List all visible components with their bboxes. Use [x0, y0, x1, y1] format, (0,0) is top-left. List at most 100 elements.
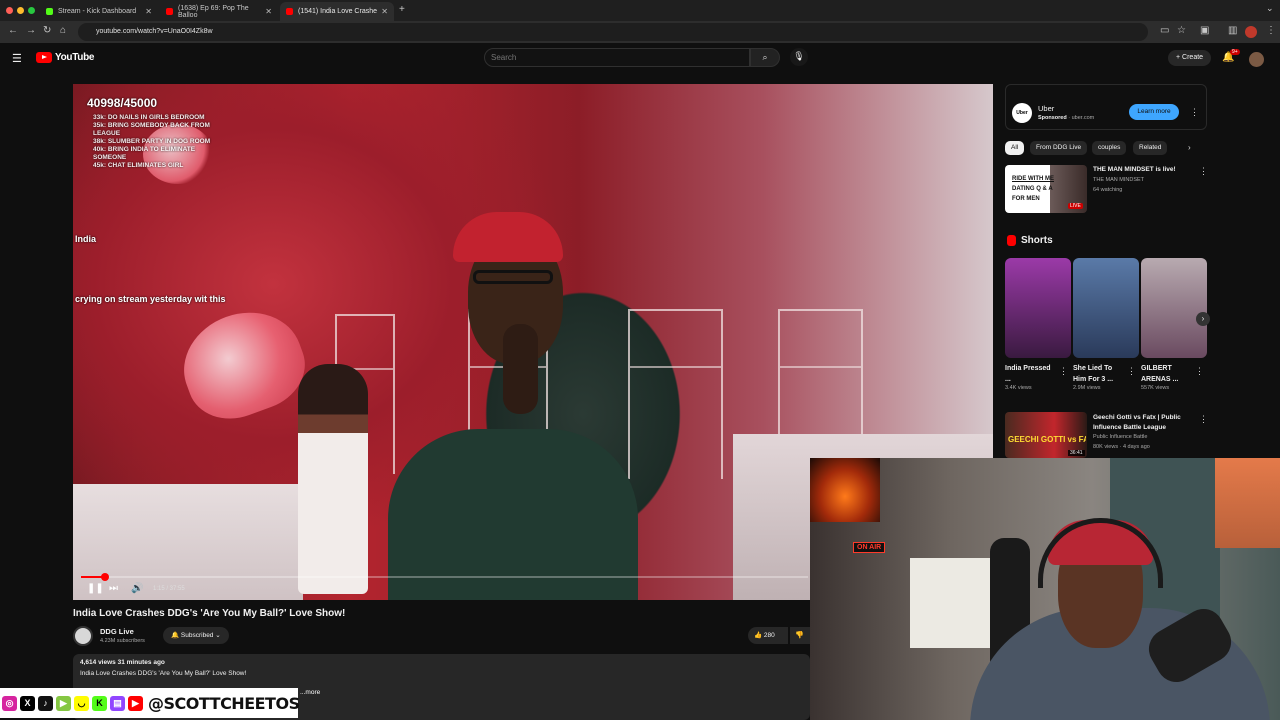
overlay-goal: 40998/45000	[87, 96, 158, 110]
more-options-icon[interactable]: ⋮	[1059, 366, 1068, 377]
volume-icon[interactable]: 🔊	[131, 583, 143, 594]
browser-tab-bar: Stream - Kick Dashboard ✕ (1638) Ep 69: …	[0, 0, 1280, 21]
chip-all[interactable]: All	[1005, 141, 1025, 155]
home-icon[interactable]: ⌂	[60, 25, 66, 36]
shorts-header: Shorts	[1007, 235, 1053, 246]
search-input[interactable]	[484, 48, 750, 67]
live-video-title[interactable]: THE MAN MINDSET is live!	[1093, 166, 1176, 173]
social-handles-overlay: ◎ X ♪ ▶ ◡ K ▤ ▶ @SCOTTCHEETOS	[0, 688, 300, 718]
channel-name[interactable]: DDG Live	[100, 627, 134, 636]
menu-icon[interactable]: ☰	[12, 52, 22, 65]
tab-search-icon[interactable]: ⌄	[1266, 3, 1274, 14]
live-watching-count: 64 watching	[1093, 187, 1123, 193]
back-icon[interactable]: ←	[8, 25, 18, 36]
advertiser-name: Uber	[1038, 104, 1055, 113]
bell-icon: 🔔	[171, 632, 181, 639]
window-close-icon[interactable]	[6, 7, 13, 14]
account-avatar[interactable]	[1249, 52, 1264, 67]
description-text: India Love Crashes DDG's 'Are You My Bal…	[80, 670, 247, 677]
time-display: 1:15 / 37:55	[153, 586, 185, 592]
twitch-icon: ▤	[110, 695, 125, 711]
learn-more-button[interactable]: Learn more	[1129, 104, 1179, 120]
more-options-icon[interactable]: ⋮	[1199, 166, 1208, 177]
search-button[interactable]: ⌕	[750, 48, 780, 67]
thumbs-down-icon: 👎	[795, 632, 804, 639]
duration-badge: 36:41	[1068, 450, 1085, 456]
youtube-favicon-icon	[166, 8, 173, 15]
short-title[interactable]: GILBERT ARENAS ...	[1141, 363, 1193, 385]
tab-close-icon[interactable]: ✕	[381, 7, 388, 16]
url-text: youtube.com/watch?v=UnaO0I4Zk8w	[96, 28, 213, 35]
recommended-meta: 80K views · 4 days ago	[1093, 444, 1150, 450]
window-minimize-icon[interactable]	[17, 7, 24, 14]
install-icon[interactable]: ▭	[1160, 25, 1169, 36]
overlay-goal-item: 38k: SLUMBER PARTY IN DOG ROOM	[93, 138, 211, 145]
youtube-logo[interactable]: YouTube	[36, 52, 95, 63]
chip-couples[interactable]: couples	[1092, 141, 1127, 155]
short-title[interactable]: India Pressed ...	[1005, 363, 1057, 385]
reload-icon[interactable]: ↻	[43, 25, 51, 36]
overlay-goal-item: 33k: DO NAILS IN GIRLS BEDROOM	[93, 114, 205, 121]
person-figure	[298, 364, 368, 594]
dislike-button[interactable]: 👎	[790, 627, 810, 644]
more-options-icon[interactable]: ⋮	[1195, 366, 1204, 377]
browser-tab-podcast[interactable]: (1638) Ep 69: Pop The Balloo ✕	[160, 2, 278, 21]
profile-avatar[interactable]	[1245, 26, 1257, 38]
show-more-link[interactable]: ...more	[300, 689, 320, 696]
overlay-goal-list: 33k: DO NAILS IN GIRLS BEDROOM 35k: BRIN…	[93, 114, 223, 170]
short-thumbnail[interactable]	[1005, 258, 1071, 358]
video-title: India Love Crashes DDG's 'Are You My Bal…	[73, 608, 346, 619]
new-tab-button[interactable]: +	[399, 4, 405, 15]
sponsored-label: Sponsored	[1038, 115, 1067, 121]
tab-title: (1541) India Love Crashe	[298, 8, 377, 15]
overlay-goal-item: 35k: BRING SOMEBODY BACK FROM LEAGUE	[93, 122, 210, 137]
create-label: Create	[1182, 54, 1204, 61]
tab-title: (1638) Ep 69: Pop The Balloo	[178, 4, 249, 19]
recommended-title[interactable]: Geechi Gotti vs Fatx | Public Influence …	[1093, 413, 1197, 433]
kitchen-counter	[73, 484, 303, 600]
chip-from-channel[interactable]: From DDG Live	[1030, 141, 1088, 155]
glasses	[473, 270, 553, 284]
forward-icon[interactable]: →	[26, 25, 36, 36]
browser-tab-active[interactable]: (1541) India Love Crashe ✕	[280, 2, 394, 21]
scrubber-handle[interactable]	[100, 573, 109, 581]
window-maximize-icon[interactable]	[28, 7, 35, 14]
more-options-icon[interactable]: ⋮	[1127, 366, 1136, 377]
window	[1215, 458, 1280, 548]
thumbs-up-icon: 👍	[754, 632, 764, 639]
more-options-icon[interactable]: ⋮	[1190, 107, 1199, 118]
create-button[interactable]: + Create	[1168, 50, 1212, 66]
tab-close-icon[interactable]: ✕	[145, 7, 152, 16]
tab-close-icon[interactable]: ✕	[265, 7, 272, 16]
sidebar-icon[interactable]: ▥	[1228, 25, 1237, 36]
chip-related[interactable]: Related	[1133, 141, 1168, 155]
subscribe-button[interactable]: 🔔 Subscribed ⌄	[163, 627, 229, 644]
overlay-caption: crying on stream yesterday wit this	[75, 294, 226, 304]
person-figure	[388, 429, 638, 600]
channel-avatar[interactable]	[73, 626, 93, 646]
next-icon[interactable]: ⏭	[109, 583, 118, 594]
progress-bar[interactable]	[81, 573, 808, 581]
short-views: 2.9M views	[1073, 385, 1101, 391]
short-thumbnail[interactable]	[1141, 258, 1207, 358]
extensions-icon[interactable]: ▣	[1200, 25, 1209, 36]
bookmark-star-icon[interactable]: ☆	[1177, 25, 1186, 36]
short-thumbnail[interactable]	[1073, 258, 1139, 358]
overlay-goal-item: 45k: CHAT ELIMINATES GIRL	[93, 162, 184, 169]
browser-toolbar: ← → ↻ ⌂ youtube.com/watch?v=UnaO0I4Zk8w …	[0, 21, 1280, 43]
chevron-right-icon[interactable]: ›	[1188, 143, 1191, 152]
like-button[interactable]: 👍 280	[748, 627, 788, 644]
address-bar[interactable]: youtube.com/watch?v=UnaO0I4Zk8w	[78, 23, 1148, 41]
more-options-icon[interactable]: ⋮	[1199, 414, 1208, 425]
short-title[interactable]: She Lied To Him For 3 ...	[1073, 363, 1125, 385]
pause-icon[interactable]: ❚❚	[87, 583, 104, 594]
live-channel-name: THE MAN MINDSET	[1093, 177, 1145, 183]
like-count: 280	[763, 632, 775, 639]
chevron-right-icon[interactable]: ›	[1196, 312, 1210, 326]
browser-tab-kick[interactable]: Stream - Kick Dashboard ✕	[40, 2, 158, 21]
heart-balloon	[169, 296, 317, 432]
browser-menu-icon[interactable]: ⋮	[1266, 25, 1276, 36]
ad-meta: Sponsored · uber.com	[1038, 115, 1094, 121]
voice-search-button[interactable]: 🎙	[790, 48, 808, 66]
live-badge: LIVE	[1068, 203, 1083, 209]
